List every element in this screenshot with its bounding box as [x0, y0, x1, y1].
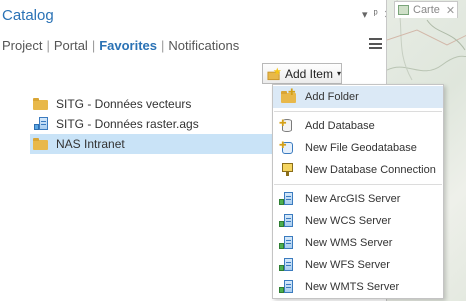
arcgis-server-icon — [279, 192, 295, 206]
menu-item-new-wms-server[interactable]: New WMS Server — [273, 232, 443, 254]
add-folder-icon: ✚ — [279, 87, 296, 104]
tab-notifications[interactable]: Notifications — [168, 38, 239, 53]
menu-item-new-database-connection[interactable]: New Database Connection — [273, 159, 443, 181]
menu-item-label: New WMTS Server — [305, 281, 400, 293]
pin-icon[interactable]: ᵖ — [374, 8, 378, 21]
folder-icon — [32, 97, 50, 111]
arcgis-server-connection-icon — [32, 117, 50, 131]
map-tab-label: Carte — [413, 4, 440, 16]
menu-item-add-folder[interactable]: ✚ Add Folder — [273, 86, 443, 108]
chevron-down-icon: ▾ — [336, 69, 341, 78]
tab-separator: | — [91, 38, 96, 53]
tab-map[interactable]: Carte ✕ — [394, 1, 458, 18]
menu-item-label: New Database Connection — [305, 164, 436, 176]
folder-icon — [32, 137, 50, 151]
list-item[interactable]: SITG - Données vecteurs — [32, 94, 272, 114]
menu-item-new-wfs-server[interactable]: New WFS Server — [273, 254, 443, 276]
tab-project[interactable]: Project — [2, 38, 42, 53]
map-icon — [398, 5, 409, 15]
list-item-label: NAS Intranet — [56, 137, 125, 151]
add-item-icon — [267, 66, 282, 80]
menu-item-label: New WMS Server — [305, 237, 393, 249]
menu-item-new-wcs-server[interactable]: New WCS Server — [273, 210, 443, 232]
wcs-server-icon — [279, 214, 295, 228]
wfs-server-icon — [279, 258, 295, 272]
menu-item-label: New WFS Server — [305, 259, 390, 271]
menu-item-label: Add Database — [305, 120, 375, 132]
close-tab-icon[interactable]: ✕ — [446, 4, 455, 17]
catalog-nav-tabs: Project | Portal | Favorites | Notifications — [2, 38, 239, 53]
tab-portal[interactable]: Portal — [54, 38, 88, 53]
menu-item-add-database[interactable]: ✚ Add Database — [273, 115, 443, 137]
database-connection-icon — [279, 163, 295, 177]
menu-item-new-wmts-server[interactable]: New WMTS Server — [273, 276, 443, 298]
list-item[interactable]: NAS Intranet — [30, 134, 272, 154]
menu-item-new-arcgis-server[interactable]: New ArcGIS Server — [273, 188, 443, 210]
list-item-label: SITG - Données vecteurs — [56, 97, 192, 111]
menu-item-label: New WCS Server — [305, 215, 392, 227]
add-database-icon: ✚ — [279, 118, 295, 133]
file-geodatabase-icon: ✚ — [279, 140, 295, 155]
add-item-button[interactable]: Add Item ▾ — [262, 63, 342, 84]
tab-separator: | — [46, 38, 50, 53]
wms-server-icon — [279, 236, 295, 250]
tab-separator: | — [161, 38, 165, 53]
menu-item-label: New File Geodatabase — [305, 142, 417, 154]
menu-divider — [274, 184, 442, 185]
pane-title: Catalog — [2, 7, 54, 24]
menu-divider — [274, 111, 442, 112]
add-item-menu: ✚ Add Folder ✚ Add Database ✚ New File G… — [272, 84, 444, 299]
favorites-list: SITG - Données vecteurs SITG - Données r… — [30, 94, 272, 154]
menu-item-new-file-geodatabase[interactable]: ✚ New File Geodatabase — [273, 137, 443, 159]
tab-favorites[interactable]: Favorites — [99, 38, 157, 53]
pane-dropdown-icon[interactable]: ▾ — [362, 8, 368, 21]
add-item-label: Add Item — [284, 66, 333, 81]
menu-hamburger-icon[interactable] — [369, 38, 382, 49]
menu-item-label: Add Folder — [305, 91, 359, 103]
list-item[interactable]: SITG - Données raster.ags — [32, 114, 272, 134]
menu-item-label: New ArcGIS Server — [305, 193, 401, 205]
list-item-label: SITG - Données raster.ags — [56, 117, 199, 131]
wmts-server-icon — [279, 280, 295, 294]
